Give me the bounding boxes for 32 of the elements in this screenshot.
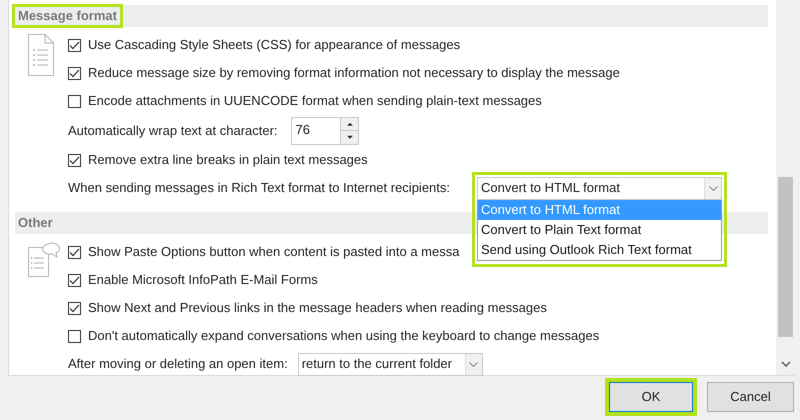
section-heading: Other xyxy=(17,214,54,232)
option-label: Use Cascading Style Sheets (CSS) for appearance of messages xyxy=(88,36,460,54)
number-spinner[interactable]: 76 xyxy=(290,116,359,144)
scroll-thumb[interactable] xyxy=(778,177,793,337)
dropdown[interactable]: Convert to HTML format xyxy=(477,176,722,200)
checkbox[interactable] xyxy=(68,38,81,52)
field-label: Automatically wrap text at character: xyxy=(68,122,278,140)
option-label: Show Paste Options button when content is pasted into a messa xyxy=(88,243,460,262)
dropdown-option[interactable]: Send using Outlook Rich Text format xyxy=(478,240,722,260)
field-label: When sending messages in Rich Text format to Internet recipients: xyxy=(68,179,450,198)
caret-icon xyxy=(708,186,718,190)
option-label: Show Next and Previous links in the message headers when reading messages xyxy=(88,299,547,318)
section-heading: Message format xyxy=(12,4,123,28)
field-label: After moving or deleting an open item: xyxy=(68,355,288,374)
checkbox[interactable] xyxy=(68,246,81,258)
checkbox[interactable] xyxy=(68,274,81,286)
scroll-down-icon[interactable] xyxy=(780,361,790,367)
cancel-button[interactable]: Cancel xyxy=(707,382,794,412)
caret-icon xyxy=(469,362,478,366)
document-icon xyxy=(28,34,54,76)
option-label: Don't automatically expand conversations when using the keyboard to change messages xyxy=(88,327,600,346)
dropdown-option[interactable]: Convert to Plain Text format xyxy=(478,220,722,240)
dropdown[interactable]: return to the current folder xyxy=(298,352,483,376)
option-label: Enable Microsoft InfoPath E-Mail Forms xyxy=(88,271,318,290)
checkbox[interactable] xyxy=(68,302,81,314)
option-label: Remove extra line breaks in plain text messages xyxy=(88,151,368,170)
checkbox[interactable] xyxy=(68,154,81,166)
option-label: Reduce message size by removing format information not necessary to display the message xyxy=(88,64,620,82)
option-label: Encode attachments in UUENCODE format when sending plain-text messages xyxy=(88,92,542,110)
checkbox[interactable] xyxy=(68,94,81,108)
checkbox[interactable] xyxy=(68,66,81,80)
checkbox[interactable] xyxy=(68,330,81,342)
